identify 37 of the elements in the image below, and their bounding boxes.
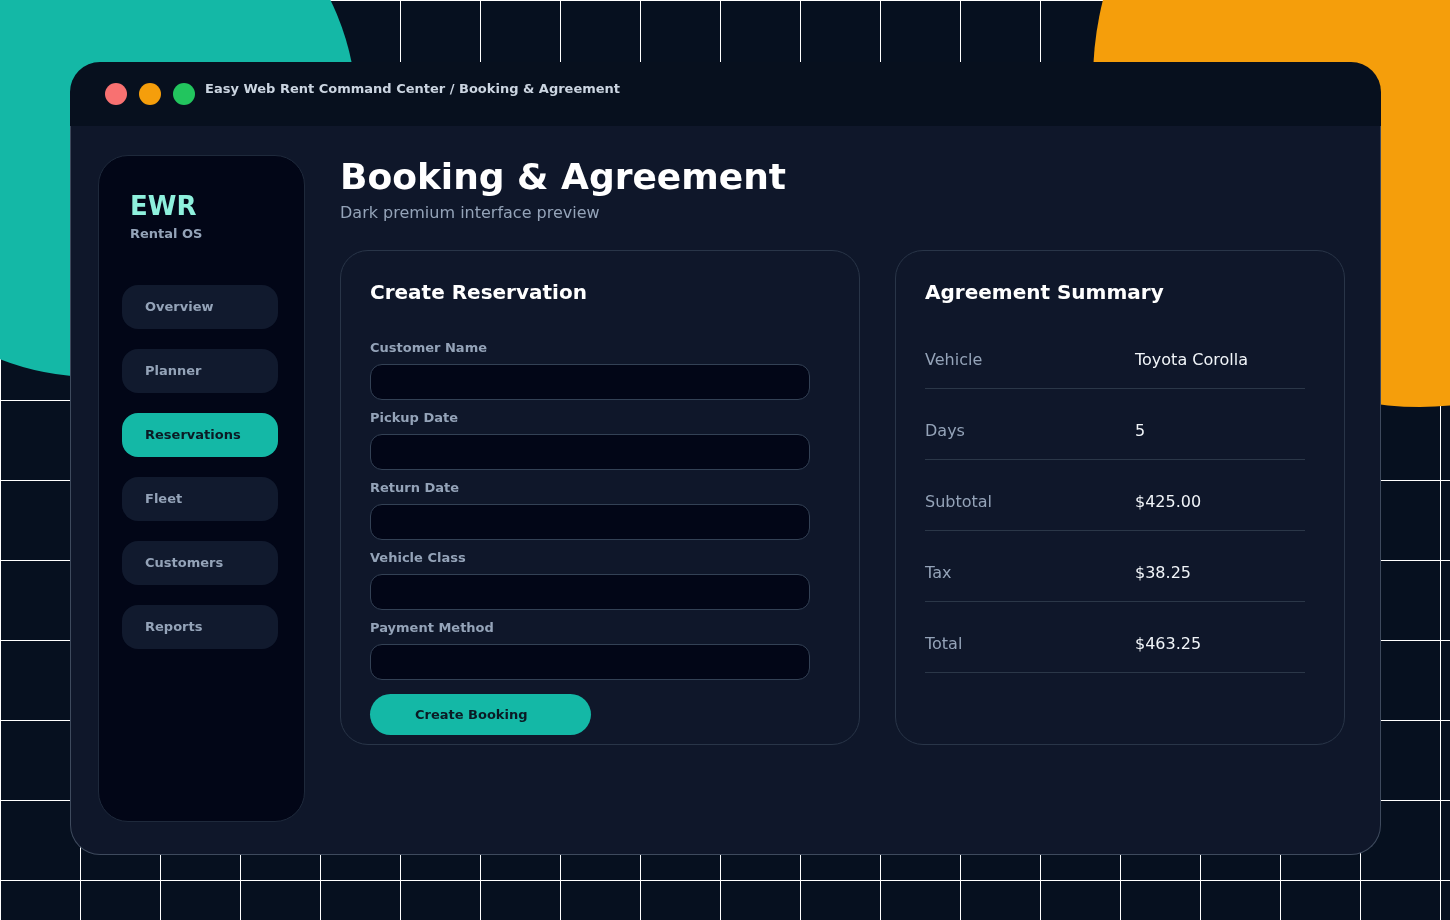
- window-title: Easy Web Rent Command Center / Booking & Agreement: [205, 81, 621, 97]
- input-field[interactable]: [370, 644, 810, 680]
- field-label: Customer Name: [370, 339, 487, 357]
- input-field[interactable]: [370, 364, 810, 400]
- field-label: Payment Method: [370, 619, 494, 637]
- field-label: Vehicle Class: [370, 549, 466, 567]
- window-close-button[interactable]: [105, 83, 127, 105]
- summary-label: Vehicle: [925, 349, 984, 371]
- input-field[interactable]: [370, 434, 810, 470]
- card-title: Create Reservation: [370, 279, 587, 306]
- summary-label: Days: [925, 420, 966, 442]
- summary-value: $463.25: [1135, 633, 1202, 655]
- summary-label: Tax: [925, 562, 953, 584]
- nav-item[interactable]: Overview: [122, 285, 278, 329]
- nav-item[interactable]: Reports: [122, 605, 278, 649]
- input-field[interactable]: [370, 574, 810, 610]
- summary-label: Subtotal: [925, 491, 994, 513]
- summary-value: 5: [1135, 420, 1146, 442]
- create-booking-button[interactable]: Create Booking: [370, 694, 591, 735]
- nav-item[interactable]: Fleet: [122, 477, 278, 521]
- logo-tagline: Rental OS: [130, 225, 203, 243]
- summary-value: $38.25: [1135, 562, 1191, 584]
- summary-label: Total: [925, 633, 964, 655]
- page-subtitle: Dark premium interface preview: [340, 202, 600, 224]
- page-title: Booking & Agreement: [340, 155, 787, 198]
- window-zoom-button[interactable]: [173, 83, 195, 105]
- field-label: Return Date: [370, 479, 460, 497]
- input-field[interactable]: [370, 504, 810, 540]
- nav-item[interactable]: Reservations: [122, 413, 278, 457]
- summary-value: Toyota Corolla: [1135, 349, 1248, 371]
- card-title: Agreement Summary: [925, 279, 1164, 306]
- nav-item[interactable]: Planner: [122, 349, 278, 393]
- summary-value: $425.00: [1135, 491, 1202, 513]
- nav-item[interactable]: Customers: [122, 541, 278, 585]
- window-minimize-button[interactable]: [139, 83, 161, 105]
- field-label: Pickup Date: [370, 409, 459, 427]
- logo-text: EWR: [130, 190, 197, 222]
